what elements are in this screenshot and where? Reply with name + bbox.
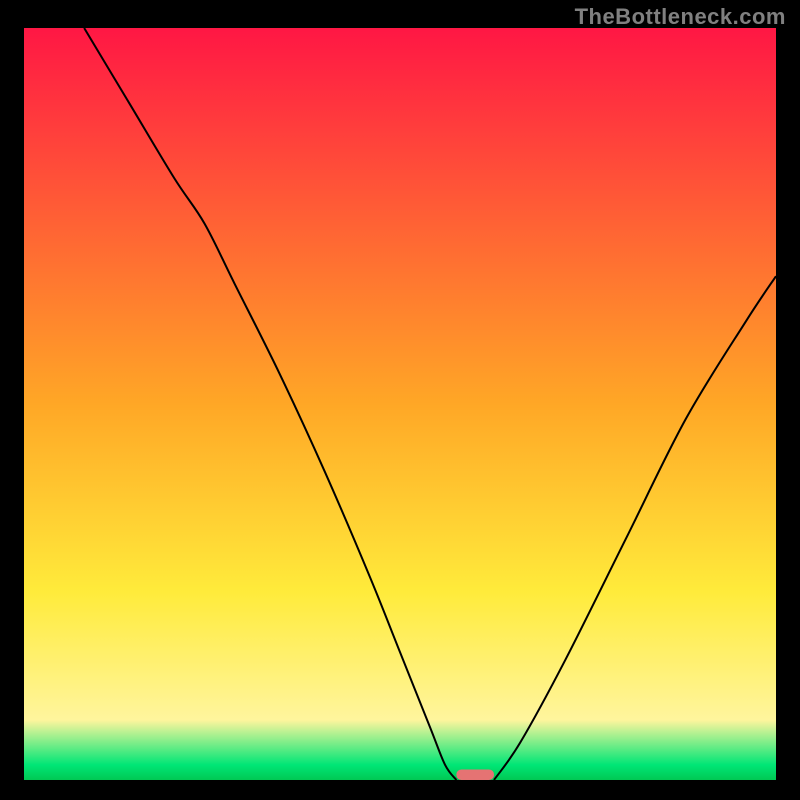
bottleneck-chart <box>0 0 800 800</box>
gradient-background <box>24 28 776 780</box>
watermark-text: TheBottleneck.com <box>575 4 786 30</box>
chart-container: TheBottleneck.com <box>0 0 800 800</box>
bottleneck-marker <box>456 769 494 780</box>
